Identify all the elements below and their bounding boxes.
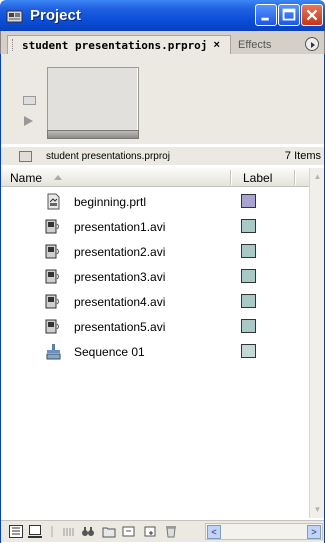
list-item[interactable]: presentation3.avi [1, 265, 309, 288]
find-icon[interactable] [81, 525, 95, 538]
tab-project[interactable]: student presentations.prproj × [7, 35, 231, 54]
close-button[interactable] [301, 4, 323, 26]
sort-ascending-icon [54, 175, 62, 180]
tab-effects[interactable]: Effects [234, 35, 300, 54]
column-header-name[interactable]: Name [10, 171, 42, 185]
project-file-name: student presentations.prproj [46, 150, 170, 162]
toolbar-separator [51, 526, 53, 537]
item-name: presentation4.avi [74, 295, 166, 309]
item-name: Sequence 01 [74, 345, 145, 359]
item-name: presentation2.avi [74, 245, 166, 259]
list-item[interactable]: beginning.prtl [1, 190, 309, 213]
list-item[interactable]: presentation1.avi [1, 215, 309, 238]
horizontal-scrollbar[interactable]: < > [205, 523, 323, 540]
panel-tab-strip: student presentations.prproj × Effects [0, 31, 325, 54]
item-count: 7 Items [284, 150, 321, 162]
maximize-button[interactable] [278, 4, 300, 26]
video-file-icon [45, 219, 59, 234]
video-file-icon [45, 294, 59, 309]
minimize-button[interactable] [255, 4, 277, 26]
icon-view-icon[interactable] [28, 525, 42, 538]
item-name: presentation3.avi [74, 270, 166, 284]
video-file-icon [45, 319, 59, 334]
column-header-label[interactable]: Label [243, 171, 272, 185]
list-item[interactable]: presentation4.avi [1, 290, 309, 313]
scroll-left-icon[interactable]: < [207, 525, 221, 539]
project-info-row: student presentations.prproj 7 Items [1, 147, 324, 165]
automate-to-sequence-icon[interactable] [62, 525, 76, 538]
tab-effects-label: Effects [238, 38, 272, 51]
list-item[interactable]: presentation2.avi [1, 240, 309, 263]
play-icon[interactable] [24, 116, 33, 126]
preview-thumbnail-bar [47, 130, 139, 139]
label-swatch[interactable] [241, 319, 256, 333]
title-bar[interactable]: Project [0, 0, 325, 31]
video-file-icon [45, 269, 59, 284]
new-bin-icon[interactable] [102, 525, 116, 538]
label-swatch[interactable] [241, 294, 256, 308]
item-name: beginning.prtl [74, 195, 147, 209]
new-item-icon[interactable] [122, 525, 136, 538]
project-item-list: beginning.prtl presentation1.avi present… [1, 188, 309, 518]
list-view-icon[interactable] [9, 525, 23, 538]
label-swatch[interactable] [241, 194, 256, 208]
title-file-icon [47, 193, 60, 210]
window-title: Project [30, 7, 81, 24]
parent-folder-icon[interactable] [19, 150, 32, 162]
preview-thumbnail [47, 67, 139, 139]
poster-frame-icon[interactable] [23, 96, 36, 105]
tab-project-label: student presentations.prproj [22, 38, 208, 52]
scroll-down-icon[interactable]: ▼ [311, 503, 324, 516]
panel-menu-icon[interactable] [305, 37, 319, 51]
list-item[interactable]: presentation5.avi [1, 315, 309, 338]
item-name: presentation1.avi [74, 220, 166, 234]
sequence-icon [46, 344, 61, 360]
label-swatch[interactable] [241, 219, 256, 233]
delete-icon[interactable] [164, 525, 178, 538]
vertical-scrollbar[interactable]: ▲ ▼ [309, 168, 324, 518]
label-swatch[interactable] [241, 269, 256, 283]
list-item[interactable]: Sequence 01 [1, 340, 309, 363]
project-window-icon [6, 8, 24, 24]
label-swatch[interactable] [241, 344, 256, 358]
column-divider-end[interactable] [294, 170, 296, 185]
tab-grip[interactable] [12, 39, 18, 51]
scroll-up-icon[interactable]: ▲ [311, 170, 324, 183]
video-file-icon [45, 244, 59, 259]
item-name: presentation5.avi [74, 320, 166, 334]
column-divider[interactable] [230, 170, 232, 185]
label-swatch[interactable] [241, 244, 256, 258]
new-sequence-icon[interactable] [144, 525, 158, 538]
list-header: Name Label [1, 168, 309, 187]
bottom-toolbar: < > [1, 520, 324, 542]
scroll-right-icon[interactable]: > [307, 525, 321, 539]
tab-close-icon[interactable]: × [213, 39, 219, 51]
